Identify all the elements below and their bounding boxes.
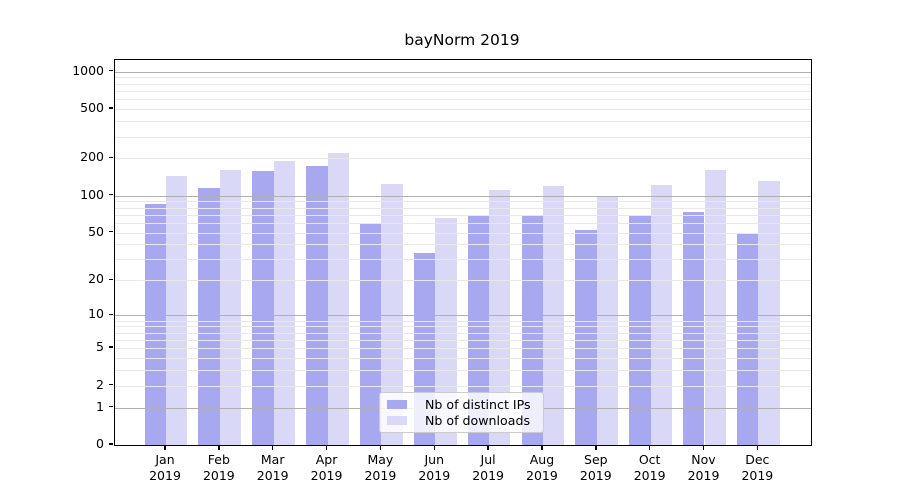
legend-swatch-downloads-icon <box>387 416 407 425</box>
x-tick-mark <box>757 446 759 450</box>
minor-gridline <box>115 91 811 92</box>
minor-gridline <box>115 321 811 322</box>
x-tick-mark <box>487 446 489 450</box>
legend-swatch-distinct-ips-icon <box>387 400 407 409</box>
legend-label-downloads: Nb of downloads <box>425 413 530 428</box>
legend-item-distinct-ips: Nb of distinct IPs <box>387 397 536 412</box>
y-tick-label: 20 <box>0 271 104 287</box>
y-tick-label: 200 <box>0 149 104 165</box>
y-tick-mark <box>109 231 113 233</box>
minor-gridline <box>115 77 811 78</box>
y-tick-label: 50 <box>0 224 104 240</box>
minor-gridline <box>115 259 811 260</box>
y-tick-mark <box>109 406 113 408</box>
y-tick-mark <box>109 157 113 159</box>
x-tick-mark <box>434 446 436 450</box>
plot-area <box>114 59 812 446</box>
y-tick-mark <box>109 443 113 445</box>
x-tick-mark <box>272 446 274 450</box>
y-tick-label: 5 <box>0 339 104 355</box>
minor-gridline <box>115 333 811 334</box>
y-tick-mark <box>109 384 113 386</box>
minor-gridline <box>115 201 811 202</box>
minor-gridline <box>115 137 811 138</box>
x-tick-label-dec: Dec 2019 <box>725 452 789 483</box>
minor-gridline <box>115 208 811 209</box>
minor-gridline <box>115 109 811 110</box>
minor-gridline <box>115 280 811 281</box>
minor-gridline <box>115 370 811 371</box>
major-gridline <box>115 315 811 316</box>
minor-gridline <box>115 121 811 122</box>
x-tick-mark <box>326 446 328 450</box>
y-tick-mark <box>109 279 113 281</box>
x-tick-mark <box>164 446 166 450</box>
x-tick-mark <box>649 446 651 450</box>
x-tick-mark <box>380 446 382 450</box>
figure: bayNorm 2019 01251020501002005001000 Jan… <box>0 0 900 500</box>
minor-gridline <box>115 386 811 387</box>
legend-label-distinct-ips: Nb of distinct IPs <box>425 397 531 412</box>
y-tick-label: 0 <box>0 436 104 452</box>
x-tick-mark <box>541 446 543 450</box>
x-tick-mark <box>218 446 220 450</box>
y-tick-label: 2 <box>0 377 104 393</box>
y-tick-label: 500 <box>0 100 104 116</box>
y-tick-mark <box>109 346 113 348</box>
y-tick-mark <box>109 194 113 196</box>
legend: Nb of distinct IPs Nb of downloads <box>379 392 544 433</box>
y-tick-label: 10 <box>0 306 104 322</box>
y-tick-mark <box>109 107 113 109</box>
y-tick-label: 1 <box>0 399 104 415</box>
minor-gridline <box>115 158 811 159</box>
minor-gridline <box>115 233 811 234</box>
chart-title: bayNorm 2019 <box>114 31 810 49</box>
x-tick-mark <box>595 446 597 450</box>
minor-gridline <box>115 215 811 216</box>
legend-item-downloads: Nb of downloads <box>387 413 536 428</box>
y-tick-label: 100 <box>0 187 104 203</box>
gridlines-layer <box>115 60 811 445</box>
minor-gridline <box>115 99 811 100</box>
y-tick-mark <box>109 314 113 316</box>
minor-gridline <box>115 223 811 224</box>
minor-gridline <box>115 326 811 327</box>
minor-gridline <box>115 244 811 245</box>
x-tick-mark <box>703 446 705 450</box>
major-gridline <box>115 196 811 197</box>
minor-gridline <box>115 84 811 85</box>
y-tick-mark <box>109 70 113 72</box>
minor-gridline <box>115 358 811 359</box>
minor-gridline <box>115 340 811 341</box>
minor-gridline <box>115 348 811 349</box>
y-tick-label: 1000 <box>0 63 104 79</box>
major-gridline <box>115 72 811 73</box>
